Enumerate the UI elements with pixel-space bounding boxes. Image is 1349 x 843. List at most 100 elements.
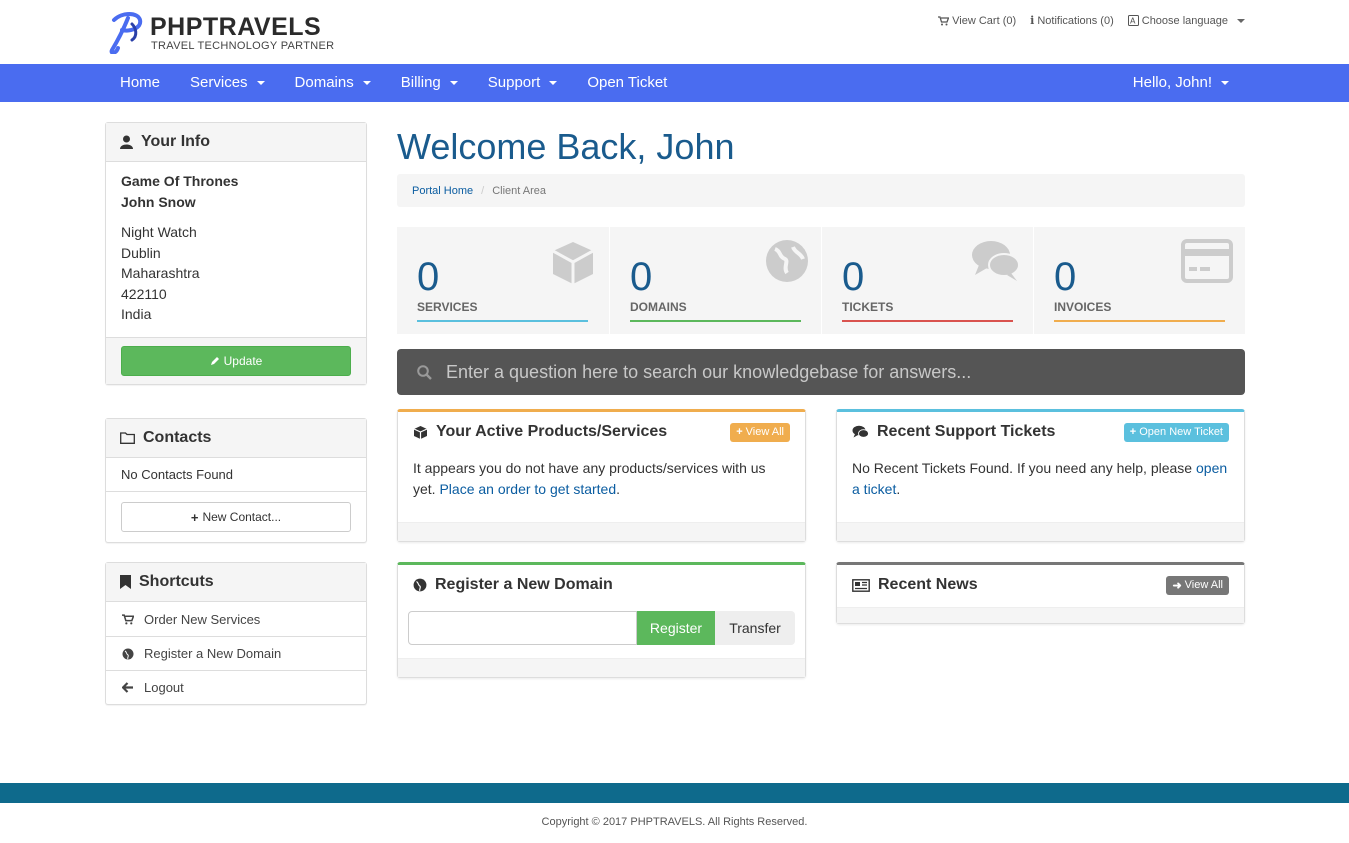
view-cart-link[interactable]: View Cart (0) (938, 14, 1016, 27)
contacts-empty: No Contacts Found (121, 467, 234, 482)
recent-news-header: Recent News ➜ View All (837, 565, 1244, 605)
nav-menu: Home Services Domains Billing Support Op… (105, 64, 682, 102)
view-cart-label: View Cart (0) (952, 14, 1017, 27)
your-info-title: Your Info (141, 133, 211, 150)
nav-support[interactable]: Support (473, 64, 573, 102)
stat-tickets-tile[interactable]: 0 TICKETS (821, 227, 1033, 334)
credit-card-icon (1181, 239, 1233, 283)
comments-icon (852, 425, 869, 438)
shortcut-logout[interactable]: Logout (106, 670, 366, 704)
shortcut-order-services[interactable]: Order New Services (106, 602, 366, 636)
address-line: Night Watch (121, 224, 197, 240)
stat-domains-label: DOMAINS (630, 300, 687, 314)
main-navbar: Home Services Domains Billing Support Op… (0, 64, 1349, 102)
knowledgebase-search-input[interactable] (446, 361, 1226, 383)
plus-icon: + (1129, 426, 1137, 438)
client-name: John Snow (121, 194, 196, 210)
shortcuts-title: Shortcuts (139, 573, 214, 590)
nav-domains[interactable]: Domains (280, 64, 386, 102)
shortcut-label: Register a New Domain (144, 646, 282, 661)
notifications-link[interactable]: i Notifications (0) (1030, 14, 1114, 27)
cart-icon (122, 613, 134, 624)
stat-tickets-value: 0 (842, 255, 865, 299)
stat-tickets-bar (842, 320, 1013, 322)
nav-billing[interactable]: Billing (386, 64, 473, 102)
recent-news-title: Recent News (852, 576, 978, 594)
nav-home[interactable]: Home (105, 64, 175, 102)
open-new-ticket-button[interactable]: + Open New Ticket (1123, 422, 1229, 442)
newspaper-icon (852, 578, 870, 592)
stat-invoices-tile[interactable]: 0 INVOICES (1033, 227, 1245, 334)
view-all-products-button[interactable]: + View All (730, 422, 790, 442)
shortcut-register-domain[interactable]: Register a New Domain (106, 636, 366, 670)
address-postcode: 422110 (121, 285, 167, 302)
update-label: Update (223, 353, 263, 368)
support-tickets-footer (837, 522, 1244, 541)
register-domain-title: Register a New Domain (413, 576, 613, 594)
notifications-label: Notifications (0) (1037, 14, 1114, 27)
shortcut-label: Order New Services (144, 611, 261, 627)
address-city: Dublin (121, 244, 161, 261)
plus-icon: + (190, 509, 199, 525)
nav-open-ticket-label: Open Ticket (587, 74, 668, 91)
place-order-link[interactable]: Place an order to get started (439, 481, 616, 497)
user-icon (120, 135, 133, 149)
language-icon: A (1127, 15, 1139, 26)
your-info-header: Your Info (106, 123, 366, 162)
user-greeting: Hello, John! (1132, 74, 1212, 91)
pencil-icon (210, 356, 219, 365)
period: . (896, 481, 901, 497)
shortcut-label: Logout (144, 680, 184, 695)
view-all-news-button[interactable]: ➜ View All (1166, 575, 1229, 595)
support-tickets-header: Recent Support Tickets + Open New Ticket (837, 412, 1244, 452)
breadcrumb-current: Client Area (492, 184, 547, 197)
your-info-body: Game Of Thrones John Snow Night Watch Du… (106, 162, 366, 337)
user-menu[interactable]: Hello, John! (1118, 64, 1244, 102)
active-products-header: Your Active Products/Services + View All (398, 412, 805, 452)
nav-services-label: Services (190, 74, 248, 91)
info-icon: i (1030, 14, 1035, 27)
cart-icon (938, 15, 950, 25)
brand-logo[interactable]: PHPTRAVELS TRAVEL TECHNOLOGY PARTNER (108, 10, 334, 56)
nav-open-ticket[interactable]: Open Ticket (572, 64, 682, 102)
logo-icon (109, 12, 143, 54)
support-tickets-title-text: Recent Support Tickets (877, 423, 1056, 440)
stat-services-tile[interactable]: 0 SERVICES (397, 227, 609, 334)
arrow-right-icon: ➜ (1172, 579, 1182, 592)
stat-domains-tile[interactable]: 0 DOMAINS (609, 227, 821, 334)
update-button[interactable]: Update (121, 345, 351, 376)
search-icon (417, 364, 432, 380)
bookmark-icon (120, 575, 131, 589)
view-all-products-label: View All (745, 426, 784, 438)
page-title: Welcome Back, John (397, 126, 735, 167)
view-all-news-label: View All (1184, 579, 1223, 591)
language-dropdown[interactable]: A Choose language (1127, 14, 1245, 27)
support-tickets-body: No Recent Tickets Found. If you need any… (837, 452, 1244, 512)
stat-tickets-label: TICKETS (842, 300, 894, 314)
chevron-down-icon (449, 81, 458, 85)
contacts-panel: Contacts No Contacts Found + New Contact… (105, 418, 367, 543)
chevron-down-icon (362, 81, 371, 85)
domain-input[interactable] (408, 611, 637, 645)
register-domain-card: Register a New Domain Register Transfer (397, 562, 806, 678)
nav-support-label: Support (487, 74, 541, 91)
folder-icon (120, 432, 135, 444)
header: PHPTRAVELS TRAVEL TECHNOLOGY PARTNER Vie… (0, 0, 1349, 64)
contacts-title: Contacts (143, 429, 212, 446)
top-links: View Cart (0) i Notifications (0) A Choo… (938, 14, 1245, 27)
cube-icon (552, 242, 594, 284)
cube-icon (413, 425, 428, 439)
stat-domains-value: 0 (630, 255, 653, 299)
transfer-button[interactable]: Transfer (715, 611, 795, 645)
stat-invoices-value: 0 (1054, 255, 1077, 299)
register-domain-title-text: Register a New Domain (435, 576, 613, 593)
new-contact-button[interactable]: + New Contact... (121, 502, 351, 532)
nav-billing-label: Billing (400, 74, 441, 91)
register-button[interactable]: Register (637, 611, 715, 645)
active-products-title: Your Active Products/Services (413, 423, 667, 441)
breadcrumb-home-link[interactable]: Portal Home (412, 185, 473, 197)
domain-form: Register Transfer (408, 611, 795, 645)
active-products-footer (398, 522, 805, 541)
nav-services[interactable]: Services (175, 64, 280, 102)
chevron-down-icon (256, 81, 265, 85)
